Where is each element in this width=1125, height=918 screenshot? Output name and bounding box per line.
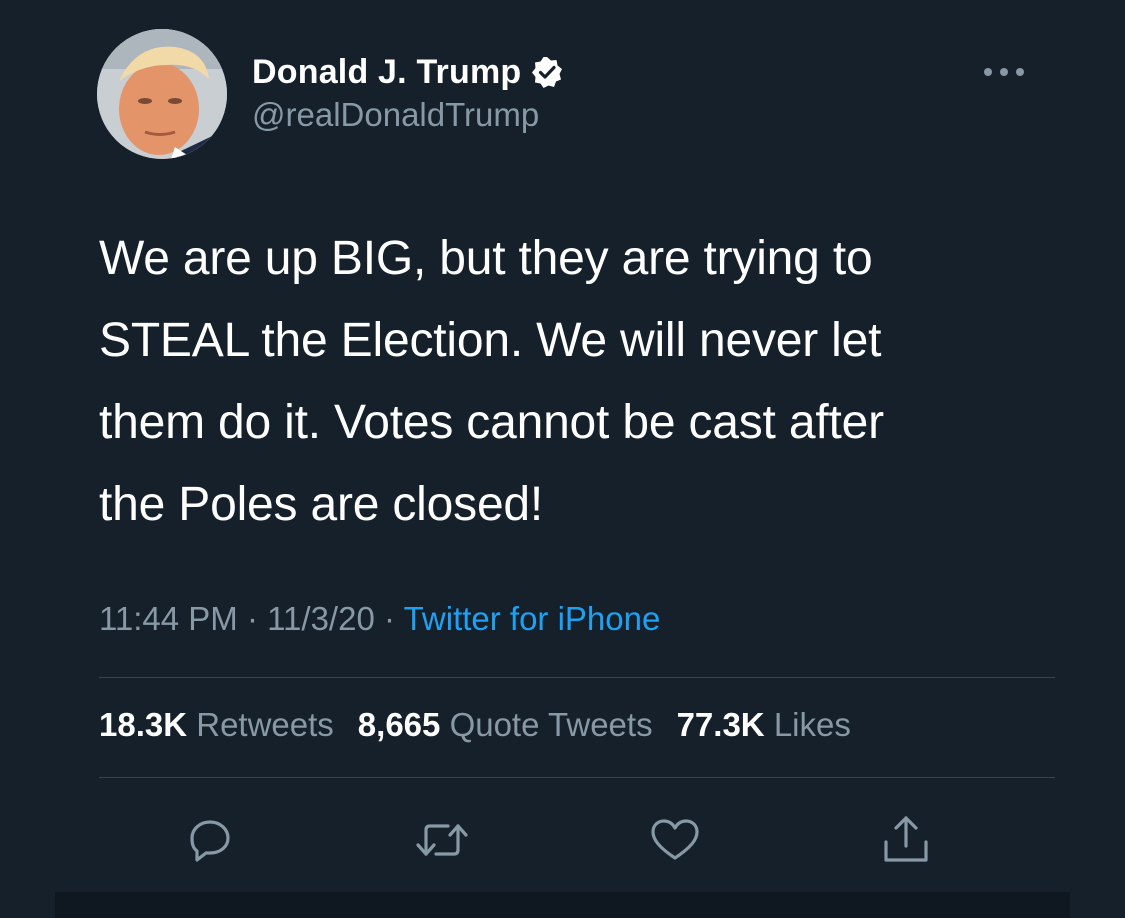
reply-area-edge: [55, 892, 1070, 918]
author-handle[interactable]: @realDonaldTrump: [252, 96, 539, 134]
meta-separator: ·: [246, 600, 258, 637]
more-dot-icon: [1016, 68, 1024, 76]
tweet-actions: [0, 810, 1125, 870]
tweet-source-link[interactable]: Twitter for iPhone: [404, 600, 661, 637]
divider: [99, 677, 1055, 678]
share-icon: [884, 816, 928, 862]
quote-tweets-stat[interactable]: 8,665 Quote Tweets: [358, 706, 653, 744]
tweet-text-line: them do it. Votes cannot be cast after: [99, 396, 884, 449]
author-name-row: Donald J. Trump: [252, 50, 563, 94]
verified-badge-icon: [532, 57, 563, 88]
tweet-metadata: 11:44 PM · 11/3/20 · Twitter for iPhone: [99, 600, 660, 638]
like-button[interactable]: [645, 810, 705, 870]
heart-icon: [651, 819, 699, 860]
tweet-time[interactable]: 11:44 PM: [99, 600, 238, 637]
tweet-text: We are up BIG, but they are trying to ST…: [99, 218, 1039, 546]
quote-tweets-label: Quote Tweets: [449, 706, 653, 743]
retweets-label: Retweets: [196, 706, 334, 743]
retweets-count: 18.3K: [99, 706, 188, 743]
tweet-detail: Donald J. Trump @realDonaldTrump We are …: [0, 0, 1125, 918]
more-dot-icon: [1000, 68, 1008, 76]
divider: [99, 777, 1055, 778]
more-dot-icon: [984, 68, 992, 76]
author-display-name[interactable]: Donald J. Trump: [252, 53, 521, 92]
meta-separator: ·: [383, 600, 395, 637]
share-button[interactable]: [876, 810, 936, 870]
tweet-text-line: the Poles are closed!: [99, 478, 544, 531]
likes-label: Likes: [773, 706, 851, 743]
retweet-icon: [416, 824, 468, 856]
retweets-stat[interactable]: 18.3K Retweets: [99, 706, 334, 744]
quote-tweets-count: 8,665: [357, 706, 441, 743]
likes-stat[interactable]: 77.3K Likes: [677, 706, 851, 744]
likes-count: 77.3K: [676, 706, 765, 743]
reply-button[interactable]: [180, 810, 240, 870]
tweet-stats: 18.3K Retweets 8,665 Quote Tweets 77.3K …: [99, 706, 875, 744]
avatar[interactable]: [97, 29, 227, 159]
reply-icon: [190, 820, 230, 862]
tweet-text-line: We are up BIG, but they are trying to: [99, 232, 873, 285]
more-options-button[interactable]: [984, 64, 1024, 80]
profile-photo-icon: [97, 29, 227, 159]
tweet-date[interactable]: 11/3/20: [267, 600, 375, 637]
tweet-text-line: STEAL the Election. We will never let: [99, 314, 882, 367]
retweet-button[interactable]: [412, 810, 472, 870]
